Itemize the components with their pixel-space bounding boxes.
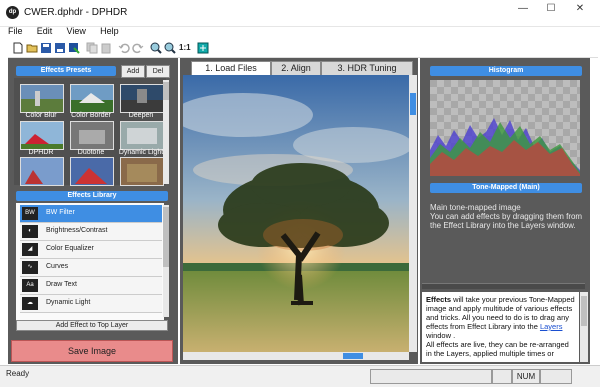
minimize-button[interactable]: — [510, 2, 536, 16]
menu-edit[interactable]: Edit [37, 26, 53, 36]
library-item-label: Dynamic Light [46, 299, 91, 306]
tab-load-files[interactable]: 1. Load Files [191, 61, 271, 75]
preset-thumb-8[interactable] [70, 157, 114, 186]
description-title: Main tone-mapped image [430, 203, 521, 212]
brightness-contrast-icon: ◐ [22, 225, 38, 238]
layers-link[interactable]: Layers [540, 322, 563, 331]
preset-label-dphdr: DPHDR [28, 149, 54, 156]
fit-window-icon[interactable] [197, 42, 209, 54]
help-text-2: window . [426, 331, 456, 340]
status-bar: Ready NUM [0, 365, 600, 387]
hdr-image-preview[interactable] [183, 75, 409, 352]
library-item-bw-filter[interactable]: BW BW Filter [20, 205, 162, 223]
effects-library-header: Effects Library [16, 191, 168, 201]
color-equalizer-icon: ◢ [22, 243, 38, 256]
undo-icon[interactable] [118, 42, 130, 54]
zoom-actual-size-button[interactable]: 1:1 [179, 42, 195, 54]
dynamic-light-icon: ☁ [22, 297, 38, 310]
image-horizontal-scrollbar[interactable] [183, 352, 409, 360]
menu-bar: File Edit View Help [8, 26, 598, 40]
close-button[interactable]: ✕ [566, 2, 594, 16]
curves-icon: ∿ [22, 261, 38, 274]
delete-preset-button[interactable]: Del [146, 65, 170, 78]
library-item-dynamic-light[interactable]: ☁ Dynamic Light [20, 295, 162, 313]
save-image-button[interactable]: Save Image [11, 340, 173, 362]
tone-mapped-layer[interactable]: Tone-Mapped (Main) [430, 183, 582, 193]
layer-description: Main tone-mapped image You can add effec… [430, 203, 585, 230]
export-icon[interactable] [68, 42, 80, 54]
status-text: Ready [6, 369, 30, 378]
status-panel [370, 369, 492, 384]
add-effect-to-top-layer-button[interactable]: Add Effect to Top Layer [16, 320, 168, 331]
library-item-label: BW Filter [46, 209, 75, 216]
toolbar: 1:1 [8, 40, 598, 58]
help-scrollbar[interactable] [580, 292, 588, 362]
preset-label-color-blur: Color Blur [25, 112, 57, 119]
zoom-in-icon[interactable] [150, 42, 162, 54]
preset-label-color-border: Color Border [71, 112, 111, 119]
new-file-icon[interactable] [12, 42, 24, 54]
add-preset-button[interactable]: Add [121, 65, 145, 78]
library-item-label: Brightness/Contrast [46, 227, 108, 234]
preset-label-duotone: Duotone [77, 149, 105, 156]
menu-view[interactable]: View [67, 26, 86, 36]
app-logo-icon: dp [6, 6, 19, 19]
preset-thumb-dynamic-light[interactable] [120, 121, 164, 150]
panel-splitter[interactable] [422, 283, 585, 289]
preset-thumb-9[interactable] [120, 157, 164, 186]
library-item-label: Curves [46, 263, 69, 270]
draw-text-icon: Aa [22, 279, 38, 292]
status-scroll [540, 369, 572, 384]
histogram-chart [430, 80, 580, 176]
library-item-draw-text[interactable]: Aa Draw Text [20, 277, 162, 295]
save-as-icon[interactable] [54, 42, 66, 54]
library-item-label: Color Equalizer [46, 245, 94, 252]
open-folder-icon[interactable] [26, 42, 38, 54]
library-item-curves[interactable]: ∿ Curves [20, 259, 162, 277]
preset-thumb-color-border[interactable] [70, 84, 114, 113]
menu-help[interactable]: Help [100, 26, 119, 36]
help-bold: Effects [426, 295, 452, 304]
menu-file[interactable]: File [8, 26, 23, 36]
library-item-brightness-contrast[interactable]: ◐ Brightness/Contrast [20, 223, 162, 241]
library-item-label: Draw Text [46, 281, 77, 288]
maximize-button[interactable]: ☐ [538, 2, 564, 16]
image-vertical-scrollbar[interactable] [409, 75, 417, 352]
preset-label-dynamic-light: Dynamic Light [118, 149, 164, 156]
help-text-box: Effects will take your previous Tone-Map… [422, 292, 579, 362]
paste-icon[interactable] [100, 42, 112, 54]
tab-align[interactable]: 2. Align [271, 61, 321, 75]
preset-thumb-deepen[interactable] [120, 84, 164, 113]
window-title: CWER.dphdr - DPHDR [24, 7, 128, 18]
histogram-header: Histogram [430, 66, 582, 76]
help-text-3: All effects are live, they can be re-arr… [426, 340, 569, 358]
preset-thumb-dphdr[interactable] [20, 121, 64, 150]
status-num: NUM [512, 369, 540, 384]
preset-thumb-duotone[interactable] [70, 121, 114, 150]
description-body: You can add effects by dragging them fro… [430, 212, 583, 230]
preset-label-deepen: Deepen [128, 112, 154, 119]
preset-thumb-7[interactable] [20, 157, 64, 186]
copy-icon[interactable] [86, 42, 98, 54]
effects-presets-header: Effects Presets [16, 66, 116, 76]
redo-icon[interactable] [132, 42, 144, 54]
preset-thumb-color-blur[interactable] [20, 84, 64, 113]
presets-scrollbar[interactable] [163, 80, 169, 184]
tab-hdr-tuning[interactable]: 3. HDR Tuning [321, 61, 413, 75]
title-bar: dp CWER.dphdr - DPHDR — ☐ ✕ [0, 0, 600, 27]
status-caps [492, 369, 512, 384]
library-item-color-equalizer[interactable]: ◢ Color Equalizer [20, 241, 162, 259]
library-scrollbar[interactable] [163, 205, 169, 317]
bw-filter-icon: BW [22, 207, 38, 220]
save-icon[interactable] [40, 42, 52, 54]
zoom-out-icon[interactable] [164, 42, 176, 54]
presets-grid: Color Blur Color Border Deepen DPHDR Duo… [14, 78, 166, 186]
